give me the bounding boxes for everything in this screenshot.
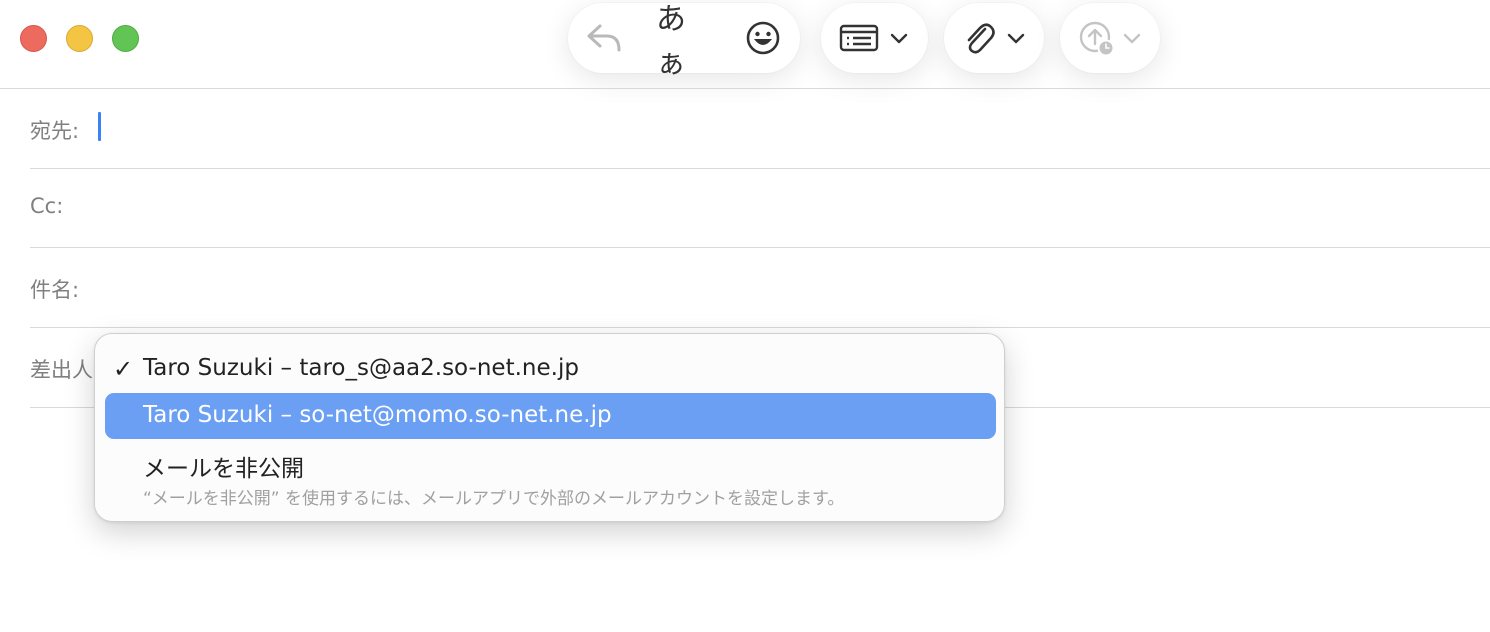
- cc-label: Cc:: [30, 194, 64, 218]
- toolbar-group-header[interactable]: [821, 3, 928, 73]
- menu-item-account-1[interactable]: ✓ Taro Suzuki – taro_s@aa2.so-net.ne.jp: [105, 346, 996, 392]
- subject-field[interactable]: 件名:: [30, 248, 1490, 328]
- reply-icon: [587, 24, 621, 52]
- format-label: あぁ: [656, 2, 686, 81]
- chevron-down-icon: [890, 33, 908, 44]
- checkmark-icon: ✓: [113, 355, 134, 383]
- attach-menu-arrow[interactable]: [1006, 30, 1026, 46]
- menu-item-hide-my-email[interactable]: メールを非公開 “メールを非公開” を使用するには、メールアプリで外部のメールア…: [105, 440, 996, 509]
- minimize-button[interactable]: [66, 25, 93, 52]
- menu-item-label: Taro Suzuki – taro_s@aa2.so-net.ne.jp: [143, 355, 579, 381]
- toolbar-group-attach[interactable]: [944, 3, 1044, 73]
- chevron-down-icon: [1007, 33, 1025, 44]
- attach-button[interactable]: [960, 19, 998, 57]
- paperclip-icon: [967, 23, 995, 54]
- toolbar-group-compose: あぁ: [568, 2, 800, 81]
- emoji-icon: [746, 21, 780, 55]
- reply-button[interactable]: [584, 20, 624, 56]
- chevron-down-icon: [1123, 33, 1141, 44]
- send-later-button[interactable]: [1078, 20, 1116, 58]
- subject-label: 件名:: [30, 278, 80, 302]
- to-label: 宛先:: [30, 119, 80, 143]
- close-button[interactable]: [20, 25, 47, 52]
- send-later-icon: [1079, 21, 1115, 57]
- header-fields-icon: [839, 24, 879, 52]
- emoji-button[interactable]: [744, 20, 782, 56]
- text-cursor: [98, 112, 101, 141]
- zoom-button[interactable]: [112, 25, 139, 52]
- header-fields-menu-arrow[interactable]: [889, 30, 909, 46]
- menu-item-label: Taro Suzuki – so-net@momo.so-net.ne.jp: [143, 402, 612, 428]
- cc-field[interactable]: Cc:: [30, 168, 1490, 248]
- menu-item-description: “メールを非公開” を使用するには、メールアプリで外部のメールアカウントを設定し…: [143, 489, 845, 509]
- menu-item-label: メールを非公開: [143, 456, 304, 482]
- toolbar-group-send[interactable]: [1060, 3, 1160, 73]
- menu-item-account-2[interactable]: Taro Suzuki – so-net@momo.so-net.ne.jp: [105, 393, 996, 439]
- to-field[interactable]: 宛先:: [30, 89, 1490, 169]
- from-label: 差出人: [30, 358, 93, 382]
- from-account-menu: ✓ Taro Suzuki – taro_s@aa2.so-net.ne.jp …: [94, 333, 1005, 522]
- format-button[interactable]: あぁ: [656, 2, 712, 81]
- header-fields-button[interactable]: [839, 21, 879, 55]
- send-menu-arrow[interactable]: [1122, 30, 1142, 46]
